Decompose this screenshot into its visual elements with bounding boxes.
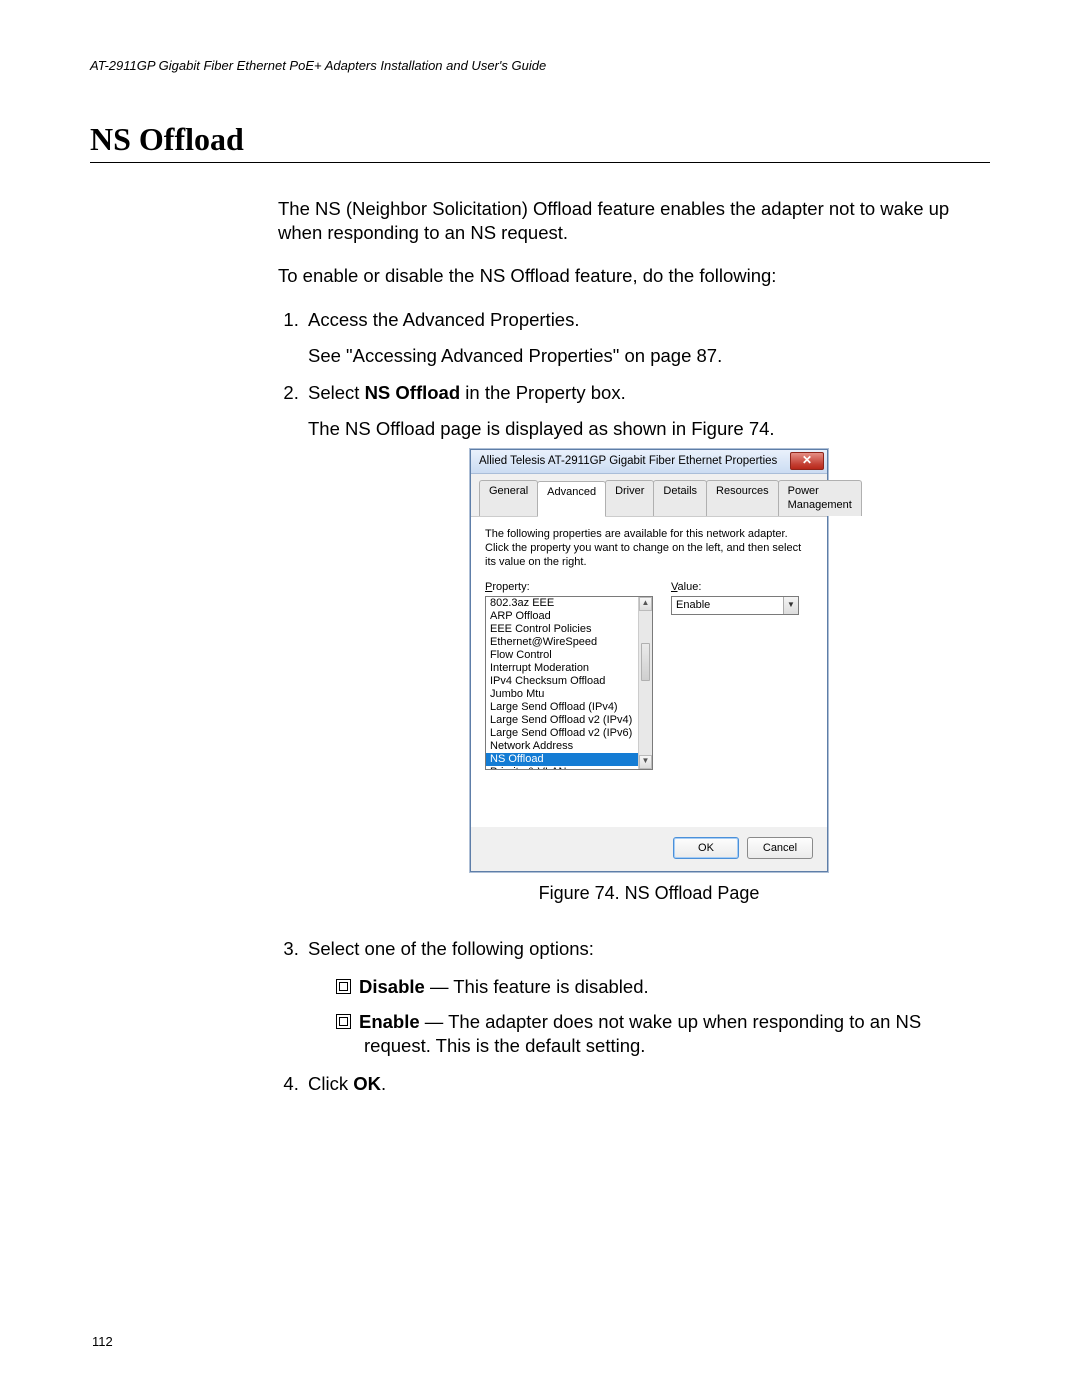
body-text: The NS (Neighbor Solicitation) Offload f… — [278, 197, 990, 1095]
panel-explain: The following properties are available f… — [485, 527, 813, 570]
property-item[interactable]: 802.3az EEE — [486, 597, 638, 610]
step-2: Select NS Offload in the Property box. T… — [304, 381, 990, 923]
dialog-footer: OK Cancel — [471, 827, 827, 871]
property-item[interactable]: IPv4 Checksum Offload — [486, 675, 638, 688]
value-selected: Enable — [672, 598, 783, 612]
value-dropdown[interactable]: Enable ▼ — [671, 596, 799, 615]
cancel-button[interactable]: Cancel — [747, 837, 813, 859]
step-4-post: . — [381, 1073, 386, 1094]
property-item[interactable]: EEE Control Policies — [486, 623, 638, 636]
property-item[interactable]: Large Send Offload v2 (IPv4) — [486, 714, 638, 727]
step-3-text: Select one of the following options: — [308, 938, 594, 959]
options-list: Disable — This feature is disabled. Enab… — [308, 975, 990, 1058]
option-disable-desc: — This feature is disabled. — [425, 976, 649, 997]
property-item[interactable]: ARP Offload — [486, 610, 638, 623]
step-4-bold: OK — [353, 1073, 381, 1094]
step-4-pre: Click — [308, 1073, 353, 1094]
dropdown-arrow-icon[interactable]: ▼ — [783, 597, 798, 614]
page: AT-2911GP Gigabit Fiber Ethernet PoE+ Ad… — [0, 0, 1080, 1149]
step-2-sub: The NS Offload page is displayed as show… — [308, 417, 990, 441]
close-button[interactable]: ✕ — [790, 452, 824, 470]
option-enable-label: Enable — [359, 1011, 420, 1032]
option-enable: Enable — The adapter does not wake up wh… — [336, 1010, 990, 1057]
steps-list: Access the Advanced Properties. See "Acc… — [278, 308, 990, 1095]
tab-power-management[interactable]: Power Management — [778, 480, 862, 516]
step-2-post: in the Property box. — [460, 382, 626, 403]
figure-74: Allied Telesis AT-2911GP Gigabit Fiber E… — [308, 449, 990, 923]
option-disable: Disable — This feature is disabled. — [336, 975, 990, 999]
property-item[interactable]: Interrupt Moderation — [486, 662, 638, 675]
step-4: Click OK. — [304, 1072, 990, 1096]
properties-dialog: Allied Telesis AT-2911GP Gigabit Fiber E… — [470, 449, 828, 872]
step-1-sub: See "Accessing Advanced Properties" on p… — [308, 344, 990, 368]
step-2-pre: Select — [308, 382, 365, 403]
lead-paragraph: To enable or disable the NS Offload feat… — [278, 264, 990, 288]
property-item[interactable]: NS Offload — [486, 753, 638, 766]
tab-advanced[interactable]: Advanced — [537, 481, 606, 517]
advanced-panel: The following properties are available f… — [471, 517, 827, 827]
step-1: Access the Advanced Properties. See "Acc… — [304, 308, 990, 367]
property-item[interactable]: Ethernet@WireSpeed — [486, 636, 638, 649]
property-item[interactable]: Jumbo Mtu — [486, 688, 638, 701]
property-item[interactable]: Network Address — [486, 740, 638, 753]
section-title: NS Offload — [90, 121, 990, 163]
tab-driver[interactable]: Driver — [605, 480, 654, 516]
option-enable-desc: — The adapter does not wake up when resp… — [364, 1011, 921, 1056]
property-label: Property: — [485, 580, 653, 594]
scroll-thumb[interactable] — [641, 643, 650, 681]
ok-button[interactable]: OK — [673, 837, 739, 859]
figure-caption: Figure 74. NS Offload Page — [539, 882, 760, 905]
option-disable-label: Disable — [359, 976, 425, 997]
step-2-bold: NS Offload — [365, 382, 461, 403]
listbox-scrollbar[interactable]: ▲ ▼ — [638, 597, 652, 769]
running-header: AT-2911GP Gigabit Fiber Ethernet PoE+ Ad… — [90, 58, 990, 73]
bullet-icon — [336, 1014, 351, 1029]
tabs-row: General Advanced Driver Details Resource… — [471, 474, 827, 517]
property-item[interactable]: Flow Control — [486, 649, 638, 662]
step-3: Select one of the following options: Dis… — [304, 937, 990, 1058]
bullet-icon — [336, 979, 351, 994]
property-item[interactable]: Priority & VLAN — [486, 766, 638, 769]
tab-details[interactable]: Details — [653, 480, 707, 516]
scroll-down-icon[interactable]: ▼ — [639, 755, 652, 769]
scroll-up-icon[interactable]: ▲ — [639, 597, 652, 611]
tab-general[interactable]: General — [479, 480, 538, 516]
property-item[interactable]: Large Send Offload v2 (IPv6) — [486, 727, 638, 740]
dialog-title: Allied Telesis AT-2911GP Gigabit Fiber E… — [479, 454, 777, 469]
tab-resources[interactable]: Resources — [706, 480, 779, 516]
dialog-titlebar: Allied Telesis AT-2911GP Gigabit Fiber E… — [471, 450, 827, 474]
intro-paragraph: The NS (Neighbor Solicitation) Offload f… — [278, 197, 990, 244]
page-number: 112 — [92, 1334, 113, 1349]
value-label: Value: — [671, 580, 799, 594]
property-listbox[interactable]: 802.3az EEEARP OffloadEEE Control Polici… — [485, 596, 653, 770]
step-1-text: Access the Advanced Properties. — [308, 309, 579, 330]
property-item[interactable]: Large Send Offload (IPv4) — [486, 701, 638, 714]
